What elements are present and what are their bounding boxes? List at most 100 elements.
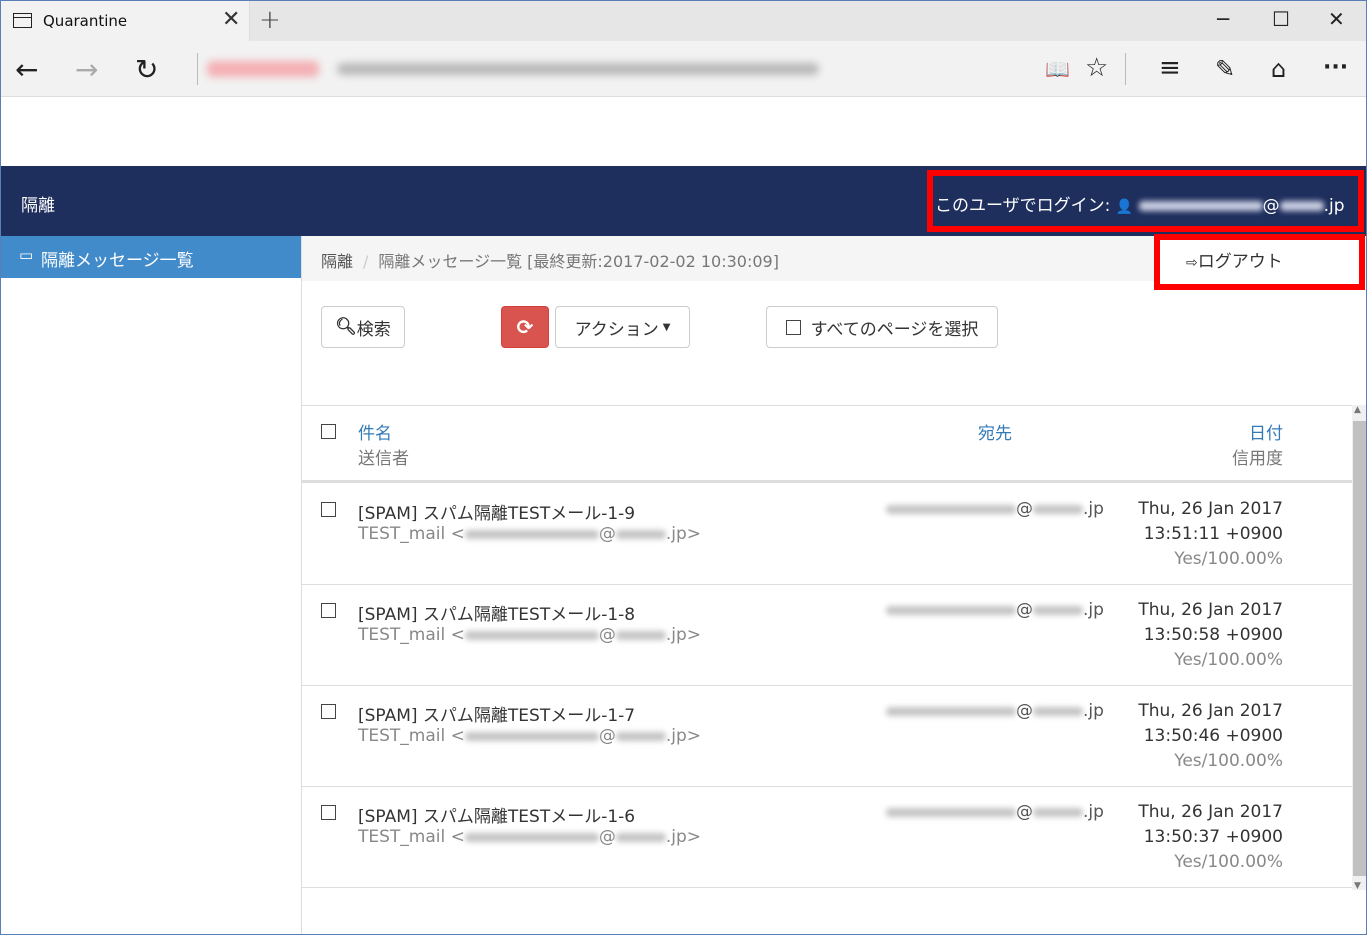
recipient-at: @ xyxy=(1016,499,1033,519)
logout-button[interactable]: ⇨ログアウト xyxy=(1186,247,1283,272)
tab-close-icon[interactable]: ✕ xyxy=(222,7,240,32)
scroll-down-icon[interactable]: ▼ xyxy=(1354,881,1361,891)
recipient-at: @ xyxy=(1016,802,1033,822)
sender-at: @ xyxy=(598,625,616,645)
sidebar-item-quarantine-list[interactable]: ▭ 隔離メッセージ一覧 xyxy=(1,236,301,278)
row-recipient: @ .jp xyxy=(886,499,1104,519)
sender-suffix: .jp> xyxy=(665,625,702,645)
row-sender: TEST_mail < @ .jp> xyxy=(358,625,701,645)
app-title[interactable]: 隔離 xyxy=(21,191,55,216)
row-time: 13:51:11 +0900 xyxy=(1143,524,1283,544)
row-sender: TEST_mail < @ .jp> xyxy=(358,524,701,544)
recipient-at: @ xyxy=(1016,701,1033,721)
web-note-icon[interactable]: ✎ xyxy=(1215,55,1235,83)
row-confidence: Yes/100.00% xyxy=(1174,650,1283,670)
row-subject[interactable]: [SPAM] スパム隔離TESTメール-1-6 xyxy=(358,802,635,827)
action-dropdown-button[interactable]: アクション ▼ xyxy=(555,306,690,348)
select-all-checkbox[interactable] xyxy=(785,319,801,335)
table-row[interactable]: [SPAM] スパム隔離TESTメール-1-7 TEST_mail < @ .jp>… xyxy=(302,686,1352,787)
browser-tab[interactable]: Quarantine ✕ xyxy=(1,1,250,41)
minimize-button[interactable]: ─ xyxy=(1217,7,1229,31)
sender-at: @ xyxy=(598,524,616,544)
select-all-pages-button[interactable]: すべてのページを選択 xyxy=(766,306,998,348)
sender-domain-blurred xyxy=(615,731,666,741)
row-time: 13:50:46 +0900 xyxy=(1143,726,1283,746)
recipient-suffix: .jp xyxy=(1083,802,1104,822)
header-checkbox[interactable] xyxy=(321,424,336,439)
search-button[interactable]: 🔍︎ 検索 xyxy=(321,306,405,348)
share-icon[interactable]: ⌂ xyxy=(1271,55,1286,83)
row-date: Thu, 26 Jan 2017 xyxy=(1138,802,1283,822)
refresh-icon: ⟳ xyxy=(516,315,534,339)
column-confidence: 信用度 xyxy=(1232,449,1283,469)
recipient-blurred xyxy=(886,504,1016,514)
sender-domain-blurred xyxy=(615,529,666,539)
recipient-domain-blurred xyxy=(1033,807,1083,817)
more-icon[interactable]: ··· xyxy=(1323,55,1348,80)
column-date[interactable]: 日付 xyxy=(1249,419,1283,444)
table-header: 件名 送信者 宛先 日付 信用度 xyxy=(302,406,1352,483)
reading-view-icon[interactable]: 📖 xyxy=(1045,57,1070,81)
refresh-list-button[interactable]: ⟳ xyxy=(501,306,549,348)
sender-domain-blurred xyxy=(615,630,666,640)
sign-out-icon: ⇨ xyxy=(1186,255,1198,271)
recipient-domain-blurred xyxy=(1033,605,1083,615)
caret-down-icon: ▼ xyxy=(662,321,671,333)
address-url-blurred xyxy=(337,63,819,75)
favorite-star-icon[interactable]: ☆ xyxy=(1085,53,1108,83)
recipient-blurred xyxy=(886,605,1016,615)
login-user-blurred xyxy=(1138,201,1263,211)
row-date: Thu, 26 Jan 2017 xyxy=(1138,600,1283,620)
back-button[interactable]: ← xyxy=(15,53,38,87)
column-subject[interactable]: 件名 xyxy=(358,419,392,444)
hub-icon[interactable]: ≡ xyxy=(1159,53,1181,83)
row-recipient: @ .jp xyxy=(886,802,1104,822)
column-sender: 送信者 xyxy=(358,449,409,469)
sender-blurred xyxy=(464,529,599,539)
recipient-suffix: .jp xyxy=(1083,600,1104,620)
breadcrumb-separator: / xyxy=(363,252,369,271)
maximize-button[interactable]: ☐ xyxy=(1272,7,1290,31)
breadcrumb-root[interactable]: 隔離 xyxy=(321,252,353,271)
recipient-blurred xyxy=(886,706,1016,716)
search-label: 検索 xyxy=(356,319,391,340)
recipient-at: @ xyxy=(1016,600,1033,620)
new-tab-button[interactable]: + xyxy=(259,5,281,35)
close-window-button[interactable]: ✕ xyxy=(1328,7,1345,31)
recipient-blurred xyxy=(886,807,1016,817)
scroll-up-icon[interactable]: ▲ xyxy=(1354,405,1361,415)
row-checkbox[interactable] xyxy=(321,502,336,517)
sender-suffix: .jp> xyxy=(665,524,702,544)
table-row[interactable]: [SPAM] スパム隔離TESTメール-1-8 TEST_mail < @ .jp>… xyxy=(302,585,1352,686)
sender-suffix: .jp> xyxy=(665,827,702,847)
address-security-indicator xyxy=(207,61,319,77)
sender-suffix: .jp> xyxy=(665,726,702,746)
action-label: アクション xyxy=(574,319,659,340)
row-subject[interactable]: [SPAM] スパム隔離TESTメール-1-8 xyxy=(358,600,635,625)
forward-button[interactable]: → xyxy=(75,53,98,87)
sender-prefix: TEST_mail < xyxy=(358,625,465,645)
sender-prefix: TEST_mail < xyxy=(358,827,465,847)
sidebar-item-label: 隔離メッセージ一覧 xyxy=(41,251,194,271)
sender-prefix: TEST_mail < xyxy=(358,524,465,544)
row-checkbox[interactable] xyxy=(321,603,336,618)
refresh-button[interactable]: ↻ xyxy=(135,53,158,87)
row-confidence: Yes/100.00% xyxy=(1174,751,1283,771)
column-to[interactable]: 宛先 xyxy=(978,419,1012,444)
recipient-domain-blurred xyxy=(1033,706,1083,716)
row-checkbox[interactable] xyxy=(321,805,336,820)
row-recipient: @ .jp xyxy=(886,701,1104,721)
row-sender: TEST_mail < @ .jp> xyxy=(358,827,701,847)
row-subject[interactable]: [SPAM] スパム隔離TESTメール-1-9 xyxy=(358,499,635,524)
login-prefix: このユーザでログイン: xyxy=(935,196,1116,216)
table-row[interactable]: [SPAM] スパム隔離TESTメール-1-9 TEST_mail < @ .jp>… xyxy=(302,484,1352,585)
row-subject[interactable]: [SPAM] スパム隔離TESTメール-1-7 xyxy=(358,701,635,726)
scrollbar-thumb[interactable] xyxy=(1353,421,1366,876)
breadcrumb-current: 隔離メッセージ一覧 [最終更新:2017-02-02 10:30:09] xyxy=(378,252,779,271)
login-info: このユーザでログイン: 👤 @ .jp xyxy=(935,191,1345,216)
sender-blurred xyxy=(464,630,599,640)
recipient-suffix: .jp xyxy=(1083,499,1104,519)
row-checkbox[interactable] xyxy=(321,704,336,719)
table-row[interactable]: [SPAM] スパム隔離TESTメール-1-6 TEST_mail < @ .jp>… xyxy=(302,787,1352,888)
row-recipient: @ .jp xyxy=(886,600,1104,620)
